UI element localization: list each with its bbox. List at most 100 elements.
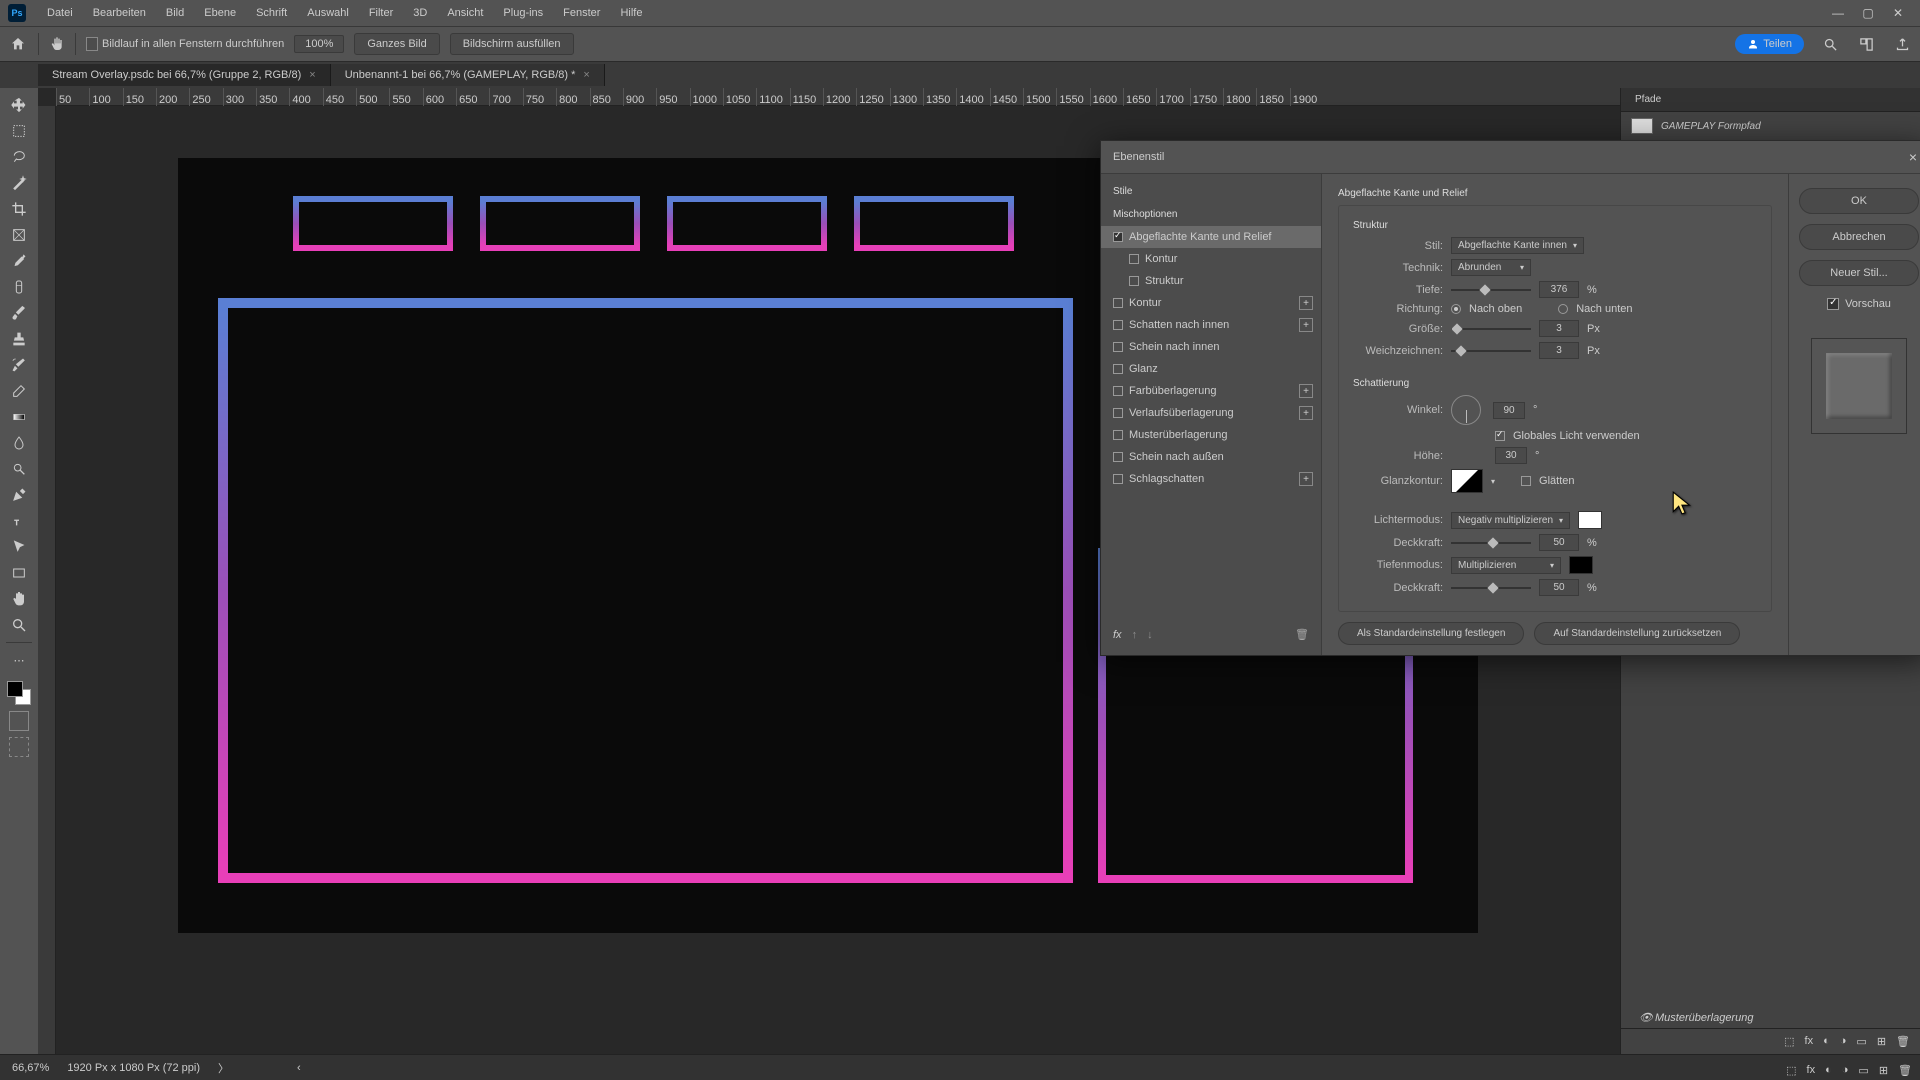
- style-row-bevel[interactable]: Abgeflachte Kante und Relief: [1101, 226, 1321, 248]
- trash-icon[interactable]: 🗑: [1898, 1064, 1912, 1077]
- tab-stream-overlay[interactable]: Stream Overlay.psdc bei 66,7% (Gruppe 2,…: [38, 64, 331, 86]
- move-tool[interactable]: [4, 92, 34, 118]
- cancel-button[interactable]: Abbrechen: [1799, 224, 1919, 250]
- checkbox[interactable]: [1113, 452, 1123, 462]
- preview-check[interactable]: Vorschau: [1799, 298, 1919, 310]
- export-icon[interactable]: [1892, 34, 1912, 54]
- menu-plugins[interactable]: Plug-ins: [494, 3, 552, 23]
- folder-icon[interactable]: ▭: [1858, 1064, 1868, 1077]
- reset-default-button[interactable]: Auf Standardeinstellung zurücksetzen: [1534, 622, 1740, 645]
- mask-icon[interactable]: ◐: [1825, 1064, 1832, 1077]
- link-icon[interactable]: ⬚: [1784, 1035, 1794, 1048]
- menu-filter[interactable]: Filter: [360, 3, 402, 23]
- new-style-button[interactable]: Neuer Stil...: [1799, 260, 1919, 286]
- menu-ansicht[interactable]: Ansicht: [438, 3, 492, 23]
- checkbox[interactable]: [1113, 320, 1123, 330]
- eyedropper-tool[interactable]: [4, 248, 34, 274]
- add-icon[interactable]: +: [1299, 472, 1313, 486]
- style-row-color_ov[interactable]: Farbüberlagerung+: [1101, 380, 1321, 402]
- frame-tool[interactable]: [4, 222, 34, 248]
- gradient-tool[interactable]: [4, 404, 34, 430]
- new-layer-icon[interactable]: ⊞: [1879, 1064, 1888, 1077]
- checkbox[interactable]: [1129, 276, 1139, 286]
- down-icon[interactable]: ↓: [1147, 629, 1153, 641]
- style-row-pat_ov[interactable]: Musterüberlagerung: [1101, 424, 1321, 446]
- style-row-inner_shadow[interactable]: Schatten nach innen+: [1101, 314, 1321, 336]
- menu-3d[interactable]: 3D: [404, 3, 436, 23]
- highlight-color[interactable]: [1578, 511, 1602, 529]
- checkbox[interactable]: [1113, 298, 1123, 308]
- fill-icon[interactable]: ◑: [1840, 1035, 1847, 1048]
- style-row-grad_ov[interactable]: Verlaufsüberlagerung+: [1101, 402, 1321, 424]
- checkbox[interactable]: [1113, 232, 1123, 242]
- fx-icon[interactable]: fx: [1113, 629, 1122, 641]
- mask-icon[interactable]: ◐: [1823, 1035, 1830, 1048]
- altitude-input[interactable]: [1495, 447, 1527, 464]
- depth-input[interactable]: [1539, 281, 1579, 298]
- menu-datei[interactable]: Datei: [38, 3, 82, 23]
- adjust-icon[interactable]: ◑: [1842, 1064, 1849, 1077]
- highlight-opacity-input[interactable]: [1539, 534, 1579, 551]
- stamp-tool[interactable]: [4, 326, 34, 352]
- style-row-kontur[interactable]: Kontur+: [1101, 292, 1321, 314]
- workspace-icon[interactable]: [1856, 34, 1876, 54]
- history-brush-tool[interactable]: [4, 352, 34, 378]
- style-row-glanz[interactable]: Glanz: [1101, 358, 1321, 380]
- edit-toolbar[interactable]: ⋯: [4, 647, 34, 673]
- effect-item[interactable]: 👁Musterüberlagerung: [1621, 1007, 1920, 1028]
- close-icon[interactable]: ×: [1909, 149, 1917, 165]
- highlight-mode-select[interactable]: Negativ multiplizieren: [1451, 512, 1570, 529]
- close-icon[interactable]: ×: [583, 69, 589, 81]
- add-icon[interactable]: +: [1299, 384, 1313, 398]
- new-icon[interactable]: ⊞: [1877, 1035, 1886, 1048]
- quickmask-toggle[interactable]: [9, 711, 29, 731]
- trash-icon[interactable]: 🗑: [1295, 628, 1309, 641]
- fx-icon[interactable]: fx: [1807, 1064, 1816, 1077]
- depth-slider[interactable]: [1451, 284, 1531, 296]
- chevron-right-icon[interactable]: 〉: [218, 1060, 229, 1076]
- checkbox[interactable]: [1113, 474, 1123, 484]
- tab-unbenannt[interactable]: Unbenannt-1 bei 66,7% (GAMEPLAY, RGB/8) …: [331, 64, 605, 86]
- color-swatch[interactable]: [7, 681, 31, 705]
- angle-input[interactable]: [1493, 402, 1525, 419]
- checkbox[interactable]: [1113, 430, 1123, 440]
- size-slider[interactable]: [1451, 323, 1531, 335]
- blur-tool[interactable]: [4, 430, 34, 456]
- share-button[interactable]: Teilen: [1735, 34, 1804, 54]
- rectangle-tool[interactable]: [4, 560, 34, 586]
- window-maximize[interactable]: ▢: [1854, 3, 1882, 23]
- up-icon[interactable]: ↑: [1132, 629, 1138, 641]
- path-item[interactable]: GAMEPLAY Formpfad: [1621, 112, 1920, 140]
- pen-tool[interactable]: [4, 482, 34, 508]
- soften-slider[interactable]: [1451, 345, 1531, 357]
- add-icon[interactable]: +: [1299, 406, 1313, 420]
- gloss-contour[interactable]: [1451, 469, 1483, 493]
- shadow-mode-select[interactable]: Multiplizieren: [1451, 557, 1561, 574]
- add-icon[interactable]: +: [1299, 318, 1313, 332]
- checkbox[interactable]: [1113, 408, 1123, 418]
- lasso-tool[interactable]: [4, 144, 34, 170]
- heal-tool[interactable]: [4, 274, 34, 300]
- direction-down-radio[interactable]: [1558, 304, 1568, 314]
- eraser-tool[interactable]: [4, 378, 34, 404]
- style-row-kontur_sub[interactable]: Kontur: [1101, 248, 1321, 270]
- style-row-outer_glow[interactable]: Schein nach außen: [1101, 446, 1321, 468]
- fill-screen-button[interactable]: Bildschirm ausfüllen: [450, 33, 574, 55]
- highlight-opacity-slider[interactable]: [1451, 537, 1531, 549]
- angle-dial[interactable]: [1451, 395, 1481, 425]
- shadow-color[interactable]: [1569, 556, 1593, 574]
- menu-hilfe[interactable]: Hilfe: [611, 3, 651, 23]
- trash-icon[interactable]: 🗑: [1896, 1035, 1910, 1048]
- global-light-check[interactable]: [1495, 431, 1505, 441]
- checkbox[interactable]: [1113, 364, 1123, 374]
- ok-button[interactable]: OK: [1799, 188, 1919, 214]
- menu-schrift[interactable]: Schrift: [247, 3, 296, 23]
- menu-bearbeiten[interactable]: Bearbeiten: [84, 3, 155, 23]
- menu-auswahl[interactable]: Auswahl: [298, 3, 358, 23]
- shadow-opacity-input[interactable]: [1539, 579, 1579, 596]
- folder-icon[interactable]: ▭: [1856, 1035, 1866, 1048]
- wand-tool[interactable]: [4, 170, 34, 196]
- fx-icon[interactable]: fx: [1805, 1035, 1814, 1048]
- hand-tool[interactable]: [4, 586, 34, 612]
- menu-ebene[interactable]: Ebene: [195, 3, 245, 23]
